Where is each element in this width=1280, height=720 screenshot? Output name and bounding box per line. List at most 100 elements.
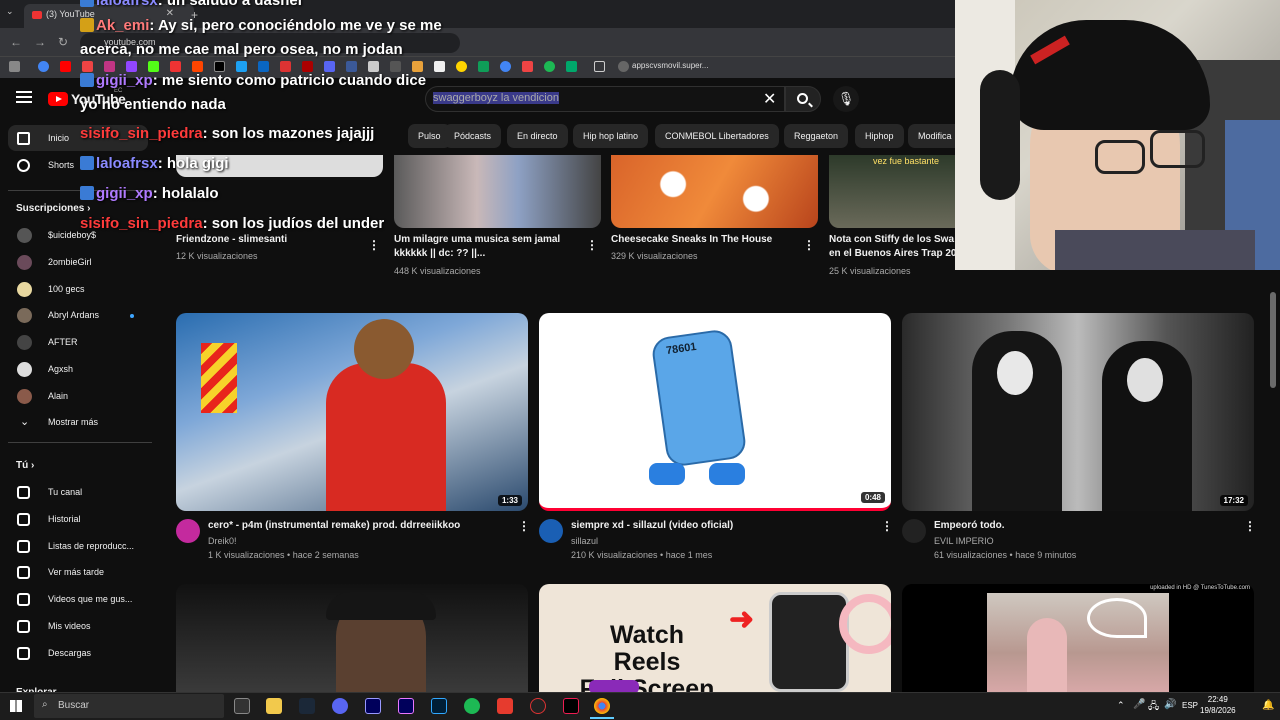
sidebar-item-my-videos[interactable]: Mis videos — [8, 613, 148, 639]
channel-avatar[interactable] — [176, 519, 200, 543]
more-options-icon[interactable]: ⋮ — [518, 519, 530, 533]
task-view-icon[interactable] — [234, 698, 250, 714]
you-heading[interactable]: Tú › — [16, 460, 34, 471]
chip-7[interactable]: Modifica — [908, 124, 962, 148]
photoshop-icon[interactable] — [431, 698, 447, 714]
more-options-icon[interactable]: ⋮ — [881, 519, 893, 533]
channel-avatar[interactable] — [902, 519, 926, 543]
taskbar-search[interactable]: ⌕ Buscar — [34, 694, 224, 718]
bookmark-kick-icon[interactable] — [148, 61, 159, 72]
more-options-icon[interactable]: ⋮ — [803, 238, 815, 252]
bookmark-linkedin-icon[interactable] — [258, 61, 269, 72]
subscription-item[interactable]: Alain — [8, 383, 148, 409]
reload-icon[interactable]: ↻ — [58, 35, 68, 49]
network-icon[interactable]: 🖧 — [1148, 699, 1159, 716]
sidebar-item-playlist[interactable]: Listas de reproducc... — [8, 533, 148, 559]
tiktok-icon[interactable] — [563, 698, 579, 714]
subscriptions-heading[interactable]: Suscripciones › — [16, 203, 90, 214]
video-title[interactable]: Friendzone - slimesanti — [176, 233, 366, 247]
search-button[interactable] — [785, 86, 821, 112]
folder-icon[interactable] — [594, 61, 605, 72]
subscription-item[interactable]: AFTER — [8, 329, 148, 355]
video-thumbnail-cero[interactable]: 1:33 — [176, 313, 528, 511]
subscription-item[interactable]: Agxsh — [8, 356, 148, 382]
subscription-item[interactable]: 100 gecs — [8, 276, 148, 302]
chip-6[interactable]: Hiphop — [855, 124, 904, 148]
channel-name[interactable]: Dreik0! — [208, 534, 237, 548]
youtube-logo-icon[interactable] — [48, 92, 68, 106]
video-title[interactable]: siempre xd - sillazul (video oficial) — [571, 519, 733, 533]
bookmark-icon[interactable] — [346, 61, 357, 72]
bookmark-icon[interactable] — [170, 61, 181, 72]
microphone-tray-icon[interactable]: 🎤 — [1133, 699, 1145, 710]
bookmark-youtube-icon[interactable] — [60, 61, 71, 72]
bookmark-icon[interactable] — [412, 61, 423, 72]
chip-5[interactable]: Reggaeton — [784, 124, 849, 148]
bookmark-icon[interactable] — [456, 61, 467, 72]
tray-chevron-icon[interactable]: ⌃ — [1117, 700, 1125, 711]
back-icon[interactable]: ← — [10, 35, 22, 49]
sidebar-item-download[interactable]: Descargas — [8, 640, 148, 666]
bookmark-icon[interactable] — [236, 61, 247, 72]
bookmark-x-icon[interactable] — [214, 61, 225, 72]
video-title[interactable]: Empeoró todo. — [934, 519, 1005, 533]
bookmark-icon[interactable] — [82, 61, 93, 72]
steam-icon[interactable] — [299, 698, 315, 714]
video-thumbnail-2[interactable] — [394, 155, 601, 228]
bookmark-icon[interactable] — [302, 61, 313, 72]
volume-icon[interactable]: 🔊 — [1164, 699, 1176, 710]
clear-search-icon[interactable]: ✕ — [763, 89, 776, 109]
clock[interactable]: 22:49 19/8/2026 — [1200, 694, 1236, 716]
video-thumbnail-siempre[interactable]: 78601 0:48 — [539, 313, 891, 511]
chip-3[interactable]: Hip hop latino — [573, 124, 649, 148]
bookmark-icon[interactable] — [478, 61, 489, 72]
show-more-button[interactable]: ⌄ Mostrar más — [8, 409, 148, 435]
bookmark-google-icon[interactable] — [38, 61, 49, 72]
apps-icon[interactable] — [9, 61, 20, 72]
tab-list-icon[interactable]: ⌄ — [6, 6, 14, 17]
chip-2[interactable]: En directo — [507, 124, 568, 148]
video-thumbnail-4[interactable]: vez fue bastante — [829, 155, 955, 228]
windows-start-icon[interactable] — [10, 700, 22, 712]
bookmark-twitch-icon[interactable] — [126, 61, 137, 72]
bookmark-instagram-icon[interactable] — [104, 61, 115, 72]
video-thumbnail-reels[interactable]: Watch Reels Full Screen ➜ — [539, 584, 891, 692]
subscription-item[interactable]: Abryl Ardans — [8, 302, 148, 328]
after-effects-icon[interactable] — [365, 698, 381, 714]
sidebar-item-watch-later[interactable]: Ver más tarde — [8, 559, 148, 585]
channel-name[interactable]: EVIL IMPERIO — [934, 534, 994, 548]
language-indicator[interactable]: ESP — [1182, 701, 1198, 710]
video-thumbnail-empeoro[interactable]: 17:32 — [902, 313, 1254, 511]
discord-icon[interactable] — [332, 698, 348, 714]
sidebar-item-like[interactable]: Videos que me gus... — [8, 586, 148, 612]
chip-4[interactable]: CONMEBOL Libertadores — [655, 124, 779, 148]
bookmark-icon[interactable] — [566, 61, 577, 72]
subscription-item[interactable]: 2ombieGirl — [8, 249, 148, 275]
video-title[interactable]: Um milagre uma musica sem jamal kkkkkk ||… — [394, 233, 584, 261]
sidebar-item-channel[interactable]: Tu canal — [8, 479, 148, 505]
spotify-icon[interactable] — [464, 698, 480, 714]
bookmark-icon[interactable] — [434, 61, 445, 72]
video-thumbnail-5[interactable] — [176, 584, 528, 692]
chrome-icon[interactable] — [594, 698, 610, 714]
video-title[interactable]: cero* - p4m (instrumental remake) prod. … — [208, 519, 460, 533]
forward-icon[interactable]: → — [34, 35, 46, 49]
microphone-icon[interactable]: 🎙 — [833, 86, 859, 112]
more-options-icon[interactable]: ⋮ — [586, 238, 598, 252]
scrollbar-thumb[interactable] — [1270, 292, 1276, 388]
sidebar-item-history[interactable]: Historial — [8, 506, 148, 532]
video-thumbnail-6[interactable]: uploaded in HD @ TunesToTube.com — [902, 584, 1254, 692]
more-options-icon[interactable]: ⋮ — [368, 238, 380, 252]
video-title[interactable]: Cheesecake Sneaks In The House — [611, 233, 801, 247]
bookmark-icon[interactable] — [368, 61, 379, 72]
obs-icon[interactable] — [530, 698, 546, 714]
menu-icon[interactable] — [16, 91, 32, 103]
bookmark-label[interactable]: appscvsmovil.super... — [632, 61, 708, 70]
app-icon[interactable] — [497, 698, 513, 714]
bookmark-icon[interactable] — [280, 61, 291, 72]
channel-name[interactable]: sillazul — [571, 534, 598, 548]
more-options-icon[interactable]: ⋮ — [1244, 519, 1256, 533]
bookmark-icon[interactable] — [522, 61, 533, 72]
notifications-icon[interactable]: 🔔 — [1262, 700, 1274, 711]
bookmark-icon[interactable] — [324, 61, 335, 72]
